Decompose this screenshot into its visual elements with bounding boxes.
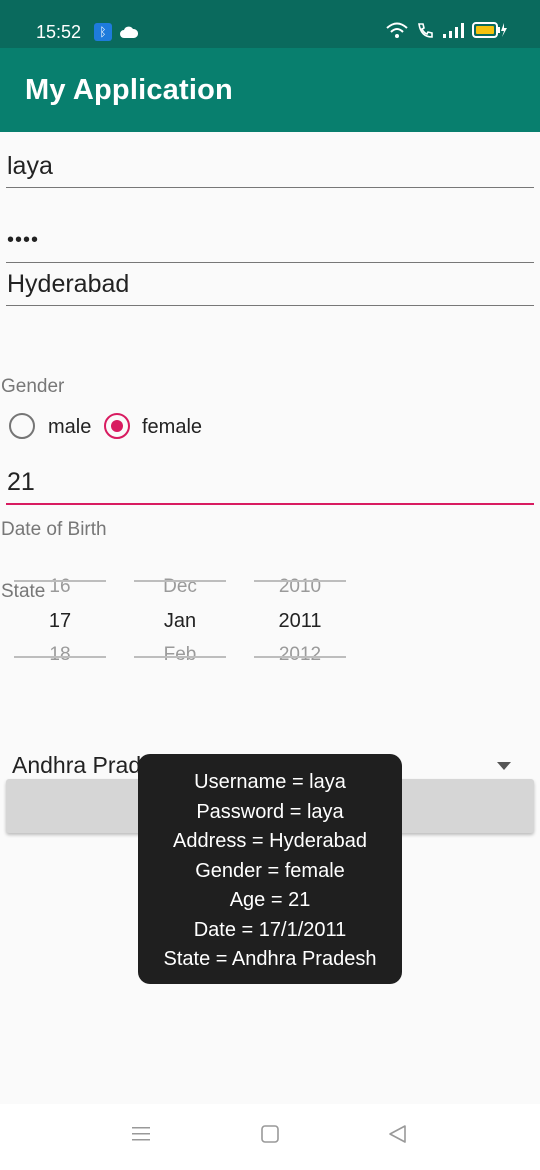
age-field[interactable]: 21 (6, 458, 534, 505)
toast-line: Gender = female (195, 859, 345, 882)
bluetooth-icon: ᛒ (94, 23, 112, 41)
app-bar: My Application (0, 48, 540, 132)
month-next[interactable]: Feb (130, 644, 230, 666)
call-icon (416, 22, 434, 43)
picker-divider (134, 580, 226, 582)
navigation-bar (0, 1104, 540, 1170)
radio-female-label[interactable]: female (142, 416, 202, 439)
toast-line: Address = Hyderabad (172, 830, 367, 852)
status-time: 15:52 (36, 22, 82, 42)
year-next[interactable]: 2012 (250, 644, 350, 666)
status-bar: 15:52 ᛒ (0, 0, 540, 48)
address-field[interactable]: Hyderabad (6, 264, 534, 306)
picker-divider (14, 580, 106, 582)
day-picker[interactable]: 16 17 18 (10, 574, 110, 666)
day-selected[interactable]: 17 (10, 610, 110, 633)
cloud-icon (120, 25, 139, 43)
picker-divider (254, 656, 346, 658)
toast-message: Username = laya Password = laya Address … (138, 754, 402, 984)
battery-icon (472, 22, 508, 43)
picker-divider (254, 580, 346, 582)
password-value: •••• (7, 229, 40, 251)
toast-line: Date = 17/1/2011 (193, 918, 347, 941)
username-field[interactable]: laya (6, 145, 534, 188)
signal-icon (442, 22, 464, 43)
home-icon[interactable] (260, 1124, 280, 1149)
username-value: laya (7, 152, 53, 180)
radio-female[interactable] (104, 413, 130, 439)
dob-label: Date of Birth (1, 519, 107, 540)
year-picker[interactable]: 2010 2011 2012 (250, 574, 350, 666)
toast-line: State = Andhra Pradesh (163, 948, 377, 970)
toast-line: Age = 21 (229, 889, 311, 911)
radio-male-label[interactable]: male (48, 416, 91, 439)
app-title: My Application (25, 74, 233, 106)
dropdown-arrow-icon[interactable] (497, 762, 511, 770)
radio-male[interactable] (9, 413, 35, 439)
password-field[interactable]: •••• (6, 214, 534, 263)
picker-divider (14, 656, 106, 658)
month-selected[interactable]: Jan (130, 610, 230, 633)
gender-label: Gender (1, 376, 65, 397)
status-icons (386, 22, 508, 43)
toast-line: Username = laya (194, 771, 346, 793)
day-next[interactable]: 18 (10, 644, 110, 666)
toast-line: Password = laya (196, 800, 344, 823)
picker-divider (134, 656, 226, 658)
year-selected[interactable]: 2011 (250, 610, 350, 633)
month-picker[interactable]: Dec Jan Feb (130, 574, 230, 666)
menu-icon[interactable] (131, 1124, 151, 1149)
back-icon[interactable] (387, 1124, 407, 1149)
age-value: 21 (7, 468, 35, 496)
wifi-icon (386, 22, 408, 43)
address-value: Hyderabad (7, 270, 130, 298)
